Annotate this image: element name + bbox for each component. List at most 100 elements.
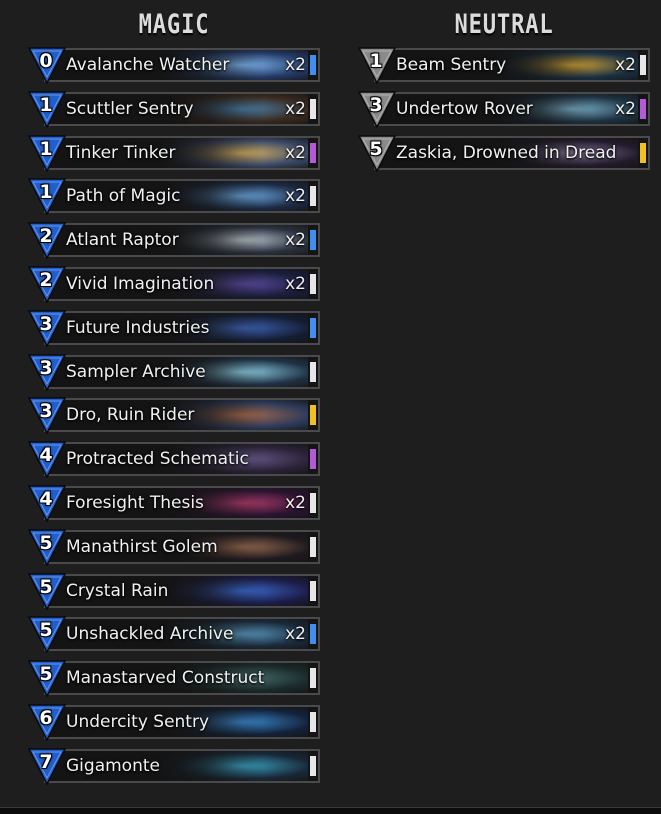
card-row[interactable]: 4 Foresight Thesis x2 [28,484,320,522]
card-name: Unshackled Archive [66,624,234,645]
mana-cost-gem: 1 [28,177,66,216]
card-name: Atlant Raptor [66,230,179,251]
card-name: Beam Sentry [396,55,507,75]
magic-column-title: MAGIC [138,9,210,40]
card-row[interactable]: 4 Protracted Schematic [28,440,320,479]
rarity-indicator [310,98,316,119]
card-name: Zaskia, Drowned in Dread [396,142,617,163]
card-name: Undercity Sentry [66,711,210,732]
mana-cost-value: 5 [39,663,53,686]
mana-cost-value: 5 [369,137,383,160]
card-quantity: x2 [615,55,636,75]
magic-column: MAGIC 0 Avalanche Watcher x2 1 Scuttler Sent… [28,0,320,791]
card-quantity: x2 [285,492,306,513]
card-quantity: x2 [285,186,306,207]
card-name: Avalanche Watcher [66,55,230,75]
mana-cost-value: 1 [39,93,53,116]
card-row[interactable]: 1 Scuttler Sentry x2 [28,90,320,128]
mana-cost-value: 1 [369,50,383,72]
card-quantity: x2 [285,98,306,119]
card-row[interactable]: 3 Future Industries [28,309,320,347]
mana-cost-value: 0 [39,50,53,72]
rarity-indicator [310,230,316,251]
card-row[interactable]: 2 Atlant Raptor x2 [28,221,320,260]
mana-cost-value: 5 [39,531,53,554]
card-row[interactable]: 5 Crystal Rain [28,572,320,610]
mana-cost-gem: 3 [28,309,66,347]
mana-cost-value: 7 [39,750,53,773]
mana-cost-value: 2 [39,225,53,248]
card-name: Crystal Rain [66,580,169,601]
card-row[interactable]: 0 Avalanche Watcher x2 [28,46,320,84]
card-name: Path of Magic [66,186,181,207]
card-quantity: x2 [285,55,306,75]
mana-cost-gem: 1 [28,90,66,128]
bottom-divider [0,807,661,814]
card-row[interactable]: 1 Tinker Tinker x2 [28,134,320,172]
neutral-card-list: 1 Beam Sentry x2 3 Undertow Rover x2 5 Zaskia, … [358,46,650,172]
mana-cost-gem: 5 [28,659,66,698]
mana-cost-gem: 2 [28,221,66,260]
mana-cost-gem: 0 [28,46,66,84]
card-row[interactable]: 3 Sampler Archive [28,353,320,391]
card-name: Vivid Imagination [66,273,215,294]
mana-cost-value: 3 [369,93,383,116]
card-row[interactable]: 3 Dro, Ruin Rider [28,396,320,435]
mana-cost-gem: 7 [28,747,66,785]
mana-cost-gem: 4 [28,484,66,522]
neutral-column: NEUTRAL 1 Beam Sentry x2 3 Undertow Rover x2 5… [358,0,650,177]
card-row[interactable]: 7 Gigamonte [28,747,320,785]
rarity-indicator [310,55,316,75]
mana-cost-gem: 5 [358,134,396,172]
card-name: Sampler Archive [66,361,206,382]
mana-cost-gem: 5 [28,615,66,654]
card-name: Tinker Tinker [66,142,176,163]
rarity-indicator [310,449,316,470]
card-row[interactable]: 3 Undertow Rover x2 [358,90,650,128]
card-row[interactable]: 2 Vivid Imagination x2 [28,265,320,303]
mana-cost-value: 5 [39,619,53,642]
card-quantity: x2 [285,273,306,294]
rarity-indicator [310,186,316,207]
mana-cost-gem: 1 [358,46,396,84]
mana-cost-gem: 3 [28,396,66,435]
card-row[interactable]: 1 Path of Magic x2 [28,177,320,216]
rarity-indicator [310,361,316,382]
card-name: Gigamonte [66,755,160,776]
card-quantity: x2 [285,142,306,163]
card-row[interactable]: 5 Manastarved Construct [28,659,320,698]
card-name: Manathirst Golem [66,536,218,557]
card-row[interactable]: 1 Beam Sentry x2 [358,46,650,84]
rarity-indicator [310,492,316,513]
card-row[interactable]: 6 Undercity Sentry [28,703,320,741]
card-art [158,750,308,781]
card-quantity: x2 [285,624,306,645]
mana-cost-gem: 5 [28,528,66,566]
card-name: Undertow Rover [396,98,533,119]
card-name: Protracted Schematic [66,449,249,470]
mana-cost-value: 1 [39,181,53,204]
mana-cost-gem: 3 [358,90,396,128]
card-quantity: x2 [615,98,636,119]
card-row[interactable]: 5 Unshackled Archive x2 [28,615,320,654]
mana-cost-value: 3 [39,356,53,379]
mana-cost-gem: 5 [28,572,66,610]
rarity-indicator [310,536,316,557]
rarity-indicator [310,317,316,338]
mana-cost-value: 4 [39,487,53,510]
rarity-indicator [310,405,316,426]
card-row[interactable]: 5 Zaskia, Drowned in Dread [358,134,650,172]
card-name: Dro, Ruin Rider [66,405,195,426]
mana-cost-gem: 1 [28,134,66,172]
mana-cost-gem: 4 [28,440,66,479]
card-row[interactable]: 5 Manathirst Golem [28,528,320,566]
card-name: Future Industries [66,317,210,338]
card-name: Foresight Thesis [66,492,204,513]
mana-cost-gem: 6 [28,703,66,741]
rarity-indicator [310,668,316,689]
rarity-indicator [640,55,646,75]
card-name: Scuttler Sentry [66,98,194,119]
rarity-indicator [310,624,316,645]
rarity-indicator [640,98,646,119]
rarity-indicator [310,142,316,163]
